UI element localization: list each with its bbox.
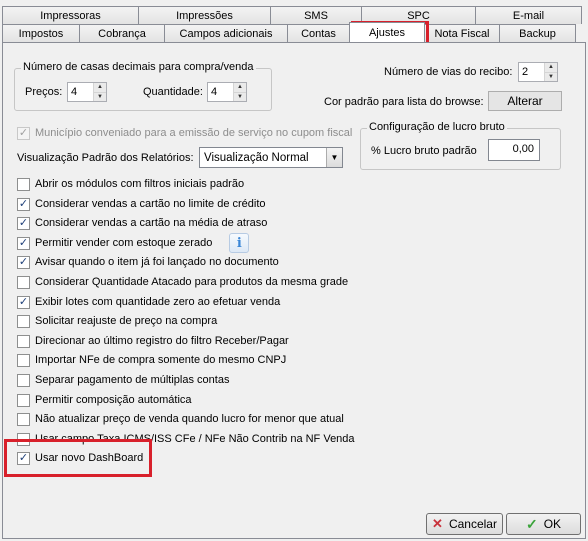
option-label: Separar pagamento de múltiplas contas: [35, 374, 230, 386]
tab-row-bottom: Impostos Cobrança Campos adicionais Cont…: [2, 22, 586, 42]
info-icon[interactable]: i: [229, 233, 250, 253]
option-label: Direcionar ao último registro do filtro …: [35, 335, 289, 347]
checkbox[interactable]: [17, 275, 30, 289]
up-arrow-icon[interactable]: ▲: [545, 63, 557, 73]
quantidade-stepper[interactable]: 4 ▲ ▼: [207, 82, 247, 102]
option-row[interactable]: Separar pagamento de múltiplas contas: [17, 372, 229, 388]
down-arrow-icon[interactable]: ▼: [234, 92, 246, 101]
option-row[interactable]: Solicitar reajuste de preço na compra: [17, 313, 217, 329]
option-row[interactable]: Não atualizar preço de venda quando lucr…: [17, 411, 344, 427]
precos-stepper[interactable]: 4 ▲ ▼: [67, 82, 107, 102]
option-label: Solicitar reajuste de preço na compra: [35, 315, 218, 327]
option-row[interactable]: ✓ Considerar vendas a cartão no limite de…: [17, 196, 266, 212]
precos-label: Preços:: [25, 86, 63, 98]
checkbox[interactable]: ✓: [17, 216, 30, 230]
checkbox[interactable]: ✓: [17, 451, 30, 465]
ajustes-panel: Número de casas decimais para compra/ven…: [2, 42, 586, 539]
checkbox[interactable]: ✓: [17, 295, 30, 309]
checkbox[interactable]: [17, 353, 30, 367]
checkbox[interactable]: [17, 177, 30, 191]
option-row[interactable]: ✓ Considerar vendas a cartão na média de …: [17, 215, 267, 231]
cancel-label: Cancelar: [448, 517, 497, 531]
municipio-label: Município conveniado para a emissão de s…: [35, 127, 353, 139]
option-row[interactable]: Direcionar ao último registro do filtro …: [17, 333, 289, 349]
up-arrow-icon[interactable]: ▲: [94, 83, 106, 93]
cancel-button[interactable]: ✕ Cancelar: [426, 513, 503, 535]
tab-ajustes[interactable]: Ajustes: [349, 22, 425, 42]
option-label: Considerar vendas a cartão na média de a…: [35, 217, 268, 229]
option-label: Importar NFe de compra somente do mesmo …: [35, 354, 287, 366]
browse-label: Cor padrão para lista do browse:: [324, 96, 484, 108]
lucro-label: % Lucro bruto padrão: [371, 145, 477, 157]
tab-impressoes[interactable]: Impressões: [138, 6, 271, 24]
vias-label: Número de vias do recibo:: [384, 66, 513, 78]
tab-nota-fiscal[interactable]: Nota Fiscal: [424, 24, 500, 42]
option-label: Considerar vendas a cartão no limite de …: [35, 198, 266, 210]
vias-value[interactable]: 2: [519, 63, 544, 81]
relatorios-select[interactable]: Visualização Normal ▼: [199, 147, 343, 168]
option-label: Abrir os módulos com filtros iniciais pa…: [35, 178, 245, 190]
checkmark-icon: ✓: [525, 515, 538, 532]
municipio-checkbox: ✓ Município conveniado para a emissão de…: [17, 125, 352, 141]
alterar-label: Alterar: [507, 94, 543, 108]
option-row[interactable]: ✓ Exibir lotes com quantidade zero ao efe…: [17, 294, 280, 310]
checkbox[interactable]: [17, 393, 30, 407]
option-row[interactable]: Importar NFe de compra somente do mesmo …: [17, 352, 286, 368]
tab-impostos[interactable]: Impostos: [2, 24, 80, 42]
checkbox[interactable]: ✓: [17, 236, 30, 250]
precos-value[interactable]: 4: [68, 83, 93, 101]
checkbox[interactable]: ✓: [17, 255, 30, 269]
option-row[interactable]: ✓ Permitir vender com estoque zerado i: [17, 233, 250, 253]
option-row[interactable]: Usar campo Taxa ICMS/ISS CFe / NFe Não C…: [17, 431, 355, 447]
option-row[interactable]: Considerar Quantidade Atacado para produ…: [17, 274, 348, 290]
checkbox[interactable]: [17, 373, 30, 387]
option-label: Usar novo DashBoard: [35, 452, 144, 464]
ok-button[interactable]: ✓ OK: [506, 513, 581, 535]
chevron-down-icon[interactable]: ▼: [326, 148, 342, 167]
checkbox[interactable]: [17, 314, 30, 328]
decimals-legend: Número de casas decimais para compra/ven…: [21, 61, 256, 73]
relatorios-label: Visualização Padrão dos Relatórios:: [17, 152, 194, 164]
tab-backup[interactable]: Backup: [499, 24, 576, 42]
up-arrow-icon[interactable]: ▲: [234, 83, 246, 93]
lucro-input[interactable]: 0,00: [488, 139, 540, 161]
option-label: Avisar quando o item já foi lançado no d…: [35, 256, 279, 268]
option-label: Permitir vender com estoque zerado: [35, 237, 213, 249]
checkbox[interactable]: ✓: [17, 197, 30, 211]
checkbox: ✓: [17, 126, 30, 140]
tab-email[interactable]: E-mail: [475, 6, 582, 24]
tab-contas[interactable]: Contas: [287, 24, 350, 42]
ok-label: OK: [543, 517, 562, 531]
option-row[interactable]: Permitir composição automática: [17, 392, 192, 408]
vias-stepper[interactable]: 2 ▲ ▼: [518, 62, 558, 82]
checkbox[interactable]: [17, 334, 30, 348]
alterar-button[interactable]: Alterar: [488, 91, 562, 111]
option-label: Considerar Quantidade Atacado para produ…: [35, 276, 349, 288]
cancel-x-icon: ✕: [432, 516, 443, 531]
lucro-legend: Configuração de lucro bruto: [367, 121, 507, 133]
relatorios-selected: Visualização Normal: [204, 151, 309, 164]
decimals-group: Número de casas decimais para compra/ven…: [14, 61, 272, 111]
tab-row-top: Impressoras Impressões SMS SPC E-mail: [2, 6, 586, 24]
tab-cobranca[interactable]: Cobrança: [79, 24, 165, 42]
tab-impressoras[interactable]: Impressoras: [2, 6, 139, 24]
checkbox[interactable]: [17, 432, 30, 446]
option-label: Não atualizar preço de venda quando lucr…: [35, 413, 344, 425]
option-label: Permitir composição automática: [35, 394, 192, 406]
option-label: Usar campo Taxa ICMS/ISS CFe / NFe Não C…: [35, 433, 355, 445]
down-arrow-icon[interactable]: ▼: [94, 92, 106, 101]
quantidade-value[interactable]: 4: [208, 83, 233, 101]
option-label: Exibir lotes com quantidade zero ao efet…: [35, 296, 281, 308]
lucro-group: Configuração de lucro bruto % Lucro brut…: [360, 121, 561, 170]
quantidade-label: Quantidade:: [143, 86, 203, 98]
down-arrow-icon[interactable]: ▼: [545, 72, 557, 81]
option-row[interactable]: ✓ Usar novo DashBoard: [17, 450, 143, 466]
option-row[interactable]: ✓ Avisar quando o item já foi lançado no …: [17, 254, 279, 270]
option-row[interactable]: Abrir os módulos com filtros iniciais pa…: [17, 176, 244, 192]
tab-campos-adicionais[interactable]: Campos adicionais: [164, 24, 288, 42]
checkbox[interactable]: [17, 412, 30, 426]
